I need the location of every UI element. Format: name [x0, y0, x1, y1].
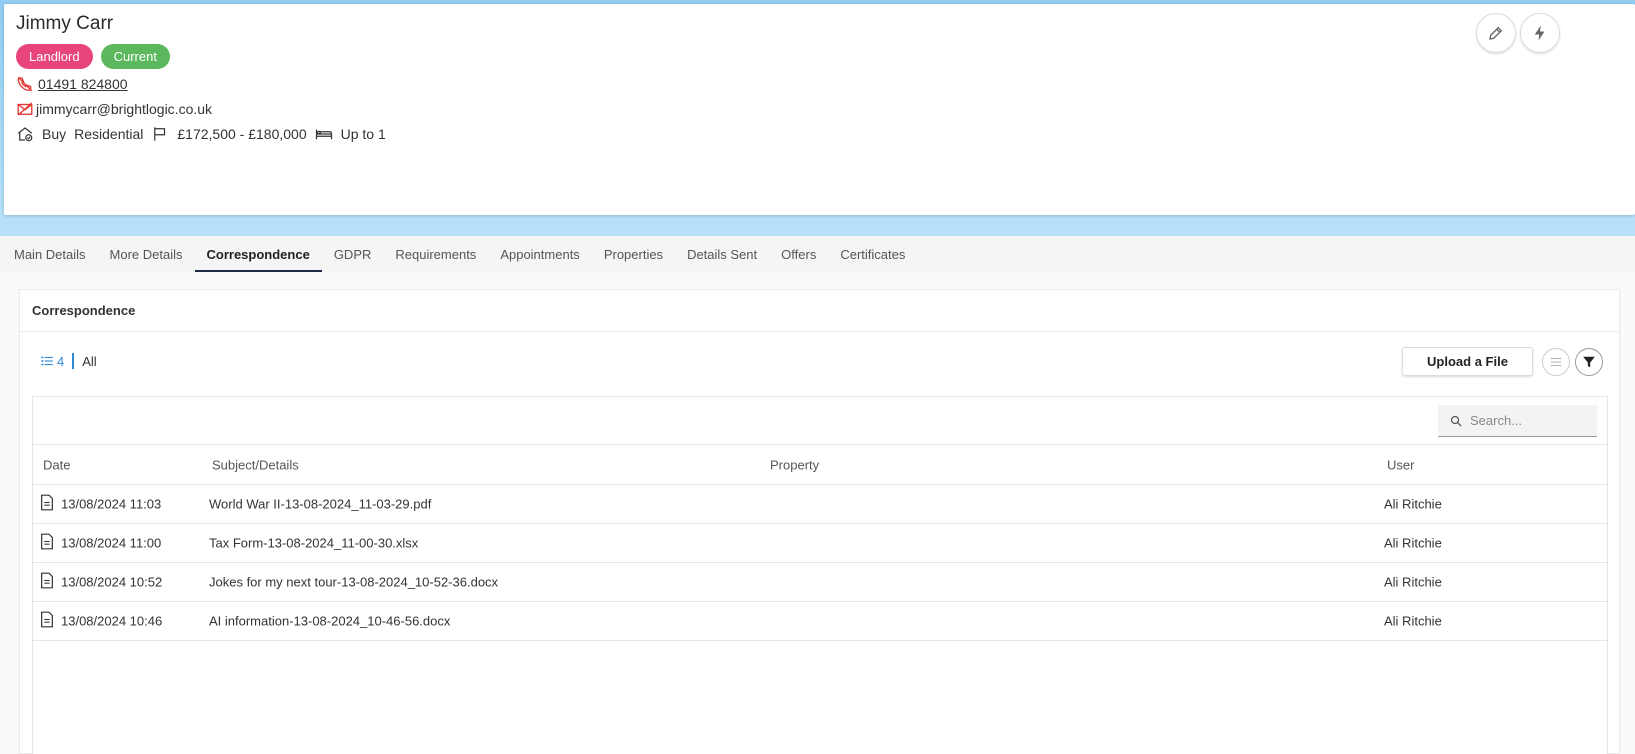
- contact-name: Jimmy Carr: [16, 13, 114, 34]
- table-row[interactable]: 13/08/2024 10:46 AI information-13-08-20…: [33, 602, 1607, 641]
- document-icon: [40, 572, 54, 592]
- table-row[interactable]: 13/08/2024 10:52 Jokes for my next tour-…: [33, 563, 1607, 602]
- column-header-subject[interactable]: Subject/Details: [212, 457, 299, 472]
- columns-menu-button[interactable]: [1542, 348, 1570, 376]
- row-subject: Jokes for my next tour-13-08-2024_10-52-…: [209, 574, 499, 590]
- row-user: Ali Ritchie: [1384, 496, 1442, 512]
- row-subject: Tax Form-13-08-2024_11-00-30.xlsx: [209, 535, 419, 551]
- document-icon: [40, 611, 54, 631]
- record-count-number: 4: [57, 353, 65, 369]
- filter-all-label[interactable]: All: [82, 354, 96, 369]
- row-date: 13/08/2024 11:03: [61, 496, 162, 512]
- tab-certificates[interactable]: Certificates: [828, 236, 917, 272]
- row-date: 13/08/2024 10:46: [61, 613, 163, 629]
- row-date: 13/08/2024 10:52: [61, 574, 163, 590]
- table-row[interactable]: 13/08/2024 11:00 Tax Form-13-08-2024_11-…: [33, 524, 1607, 563]
- phone-row: 01491 824800: [16, 75, 128, 93]
- row-subject: World War II-13-08-2024_11-03-29.pdf: [209, 496, 432, 512]
- current-badge: Current: [100, 44, 170, 69]
- tab-properties[interactable]: Properties: [592, 236, 675, 272]
- tab-gdpr[interactable]: GDPR: [322, 236, 384, 272]
- panel-title: Correspondence: [20, 290, 1619, 332]
- row-user: Ali Ritchie: [1384, 535, 1442, 551]
- row-user: Ali Ritchie: [1384, 574, 1442, 590]
- tab-offers[interactable]: Offers: [769, 236, 828, 272]
- tab-details-sent[interactable]: Details Sent: [675, 236, 769, 272]
- panel-toolbar: 4 All Upload a File: [20, 332, 1619, 388]
- upload-file-button[interactable]: Upload a File: [1402, 347, 1533, 376]
- menu-lines-icon: [1550, 357, 1562, 367]
- document-icon: [40, 494, 54, 514]
- lightning-icon: [1534, 25, 1545, 41]
- tab-appointments[interactable]: Appointments: [488, 236, 592, 272]
- pencil-icon: [1489, 26, 1503, 40]
- list-icon: [41, 356, 53, 366]
- tabs-bar: Main Details More Details Correspondence…: [0, 236, 1635, 272]
- row-subject: AI information-13-08-2024_10-46-56.docx: [209, 613, 451, 629]
- table-search-row: [33, 397, 1607, 445]
- requirements-row: Buy Residential £172,500 - £180,000 Up t…: [16, 125, 386, 143]
- tab-requirements[interactable]: Requirements: [383, 236, 488, 272]
- edit-button[interactable]: [1476, 13, 1516, 53]
- sign-icon: [154, 127, 166, 141]
- email-row: jimmycarr@brightlogic.co.uk: [16, 100, 212, 118]
- landlord-badge: Landlord: [16, 44, 93, 69]
- record-count[interactable]: 4 All: [40, 353, 97, 369]
- search-input[interactable]: [1470, 413, 1590, 428]
- correspondence-table: Date Subject/Details Property User 13/08…: [32, 396, 1608, 754]
- email-text[interactable]: jimmycarr@brightlogic.co.uk: [36, 101, 212, 117]
- house-check-icon: [17, 127, 33, 142]
- filter-icon: [1583, 356, 1595, 368]
- phone-crossed-icon: [17, 76, 33, 92]
- badge-group: Landlord Current: [16, 44, 170, 69]
- search-icon: [1450, 415, 1462, 426]
- tab-main-details[interactable]: Main Details: [2, 236, 98, 272]
- bed-icon: [315, 129, 332, 140]
- contact-header-card: Jimmy Carr Landlord Current 01491 824800…: [4, 4, 1635, 215]
- quick-actions-button[interactable]: [1520, 13, 1560, 53]
- table-header: Date Subject/Details Property User: [33, 445, 1607, 485]
- tab-correspondence[interactable]: Correspondence: [194, 236, 323, 272]
- row-user: Ali Ritchie: [1384, 613, 1442, 629]
- search-box: [1438, 405, 1597, 437]
- count-divider: [72, 353, 75, 369]
- document-icon: [40, 533, 54, 553]
- row-date: 13/08/2024 11:00: [61, 535, 162, 551]
- requirement-type: Residential: [74, 126, 144, 142]
- tab-more-details[interactable]: More Details: [98, 236, 195, 272]
- table-row[interactable]: 13/08/2024 11:03 World War II-13-08-2024…: [33, 485, 1607, 524]
- requirement-price: £172,500 - £180,000: [177, 126, 307, 142]
- correspondence-panel: Correspondence 4 All Upload a File Searc…: [19, 289, 1620, 754]
- filter-button[interactable]: [1575, 348, 1603, 376]
- column-header-date[interactable]: Date: [43, 457, 70, 472]
- phone-link[interactable]: 01491 824800: [38, 76, 128, 92]
- column-header-property[interactable]: Property: [770, 457, 819, 472]
- requirement-beds: Up to 1: [340, 126, 386, 142]
- requirement-buy: Buy: [42, 126, 67, 142]
- email-crossed-icon: [17, 102, 33, 116]
- column-header-user[interactable]: User: [1387, 457, 1414, 472]
